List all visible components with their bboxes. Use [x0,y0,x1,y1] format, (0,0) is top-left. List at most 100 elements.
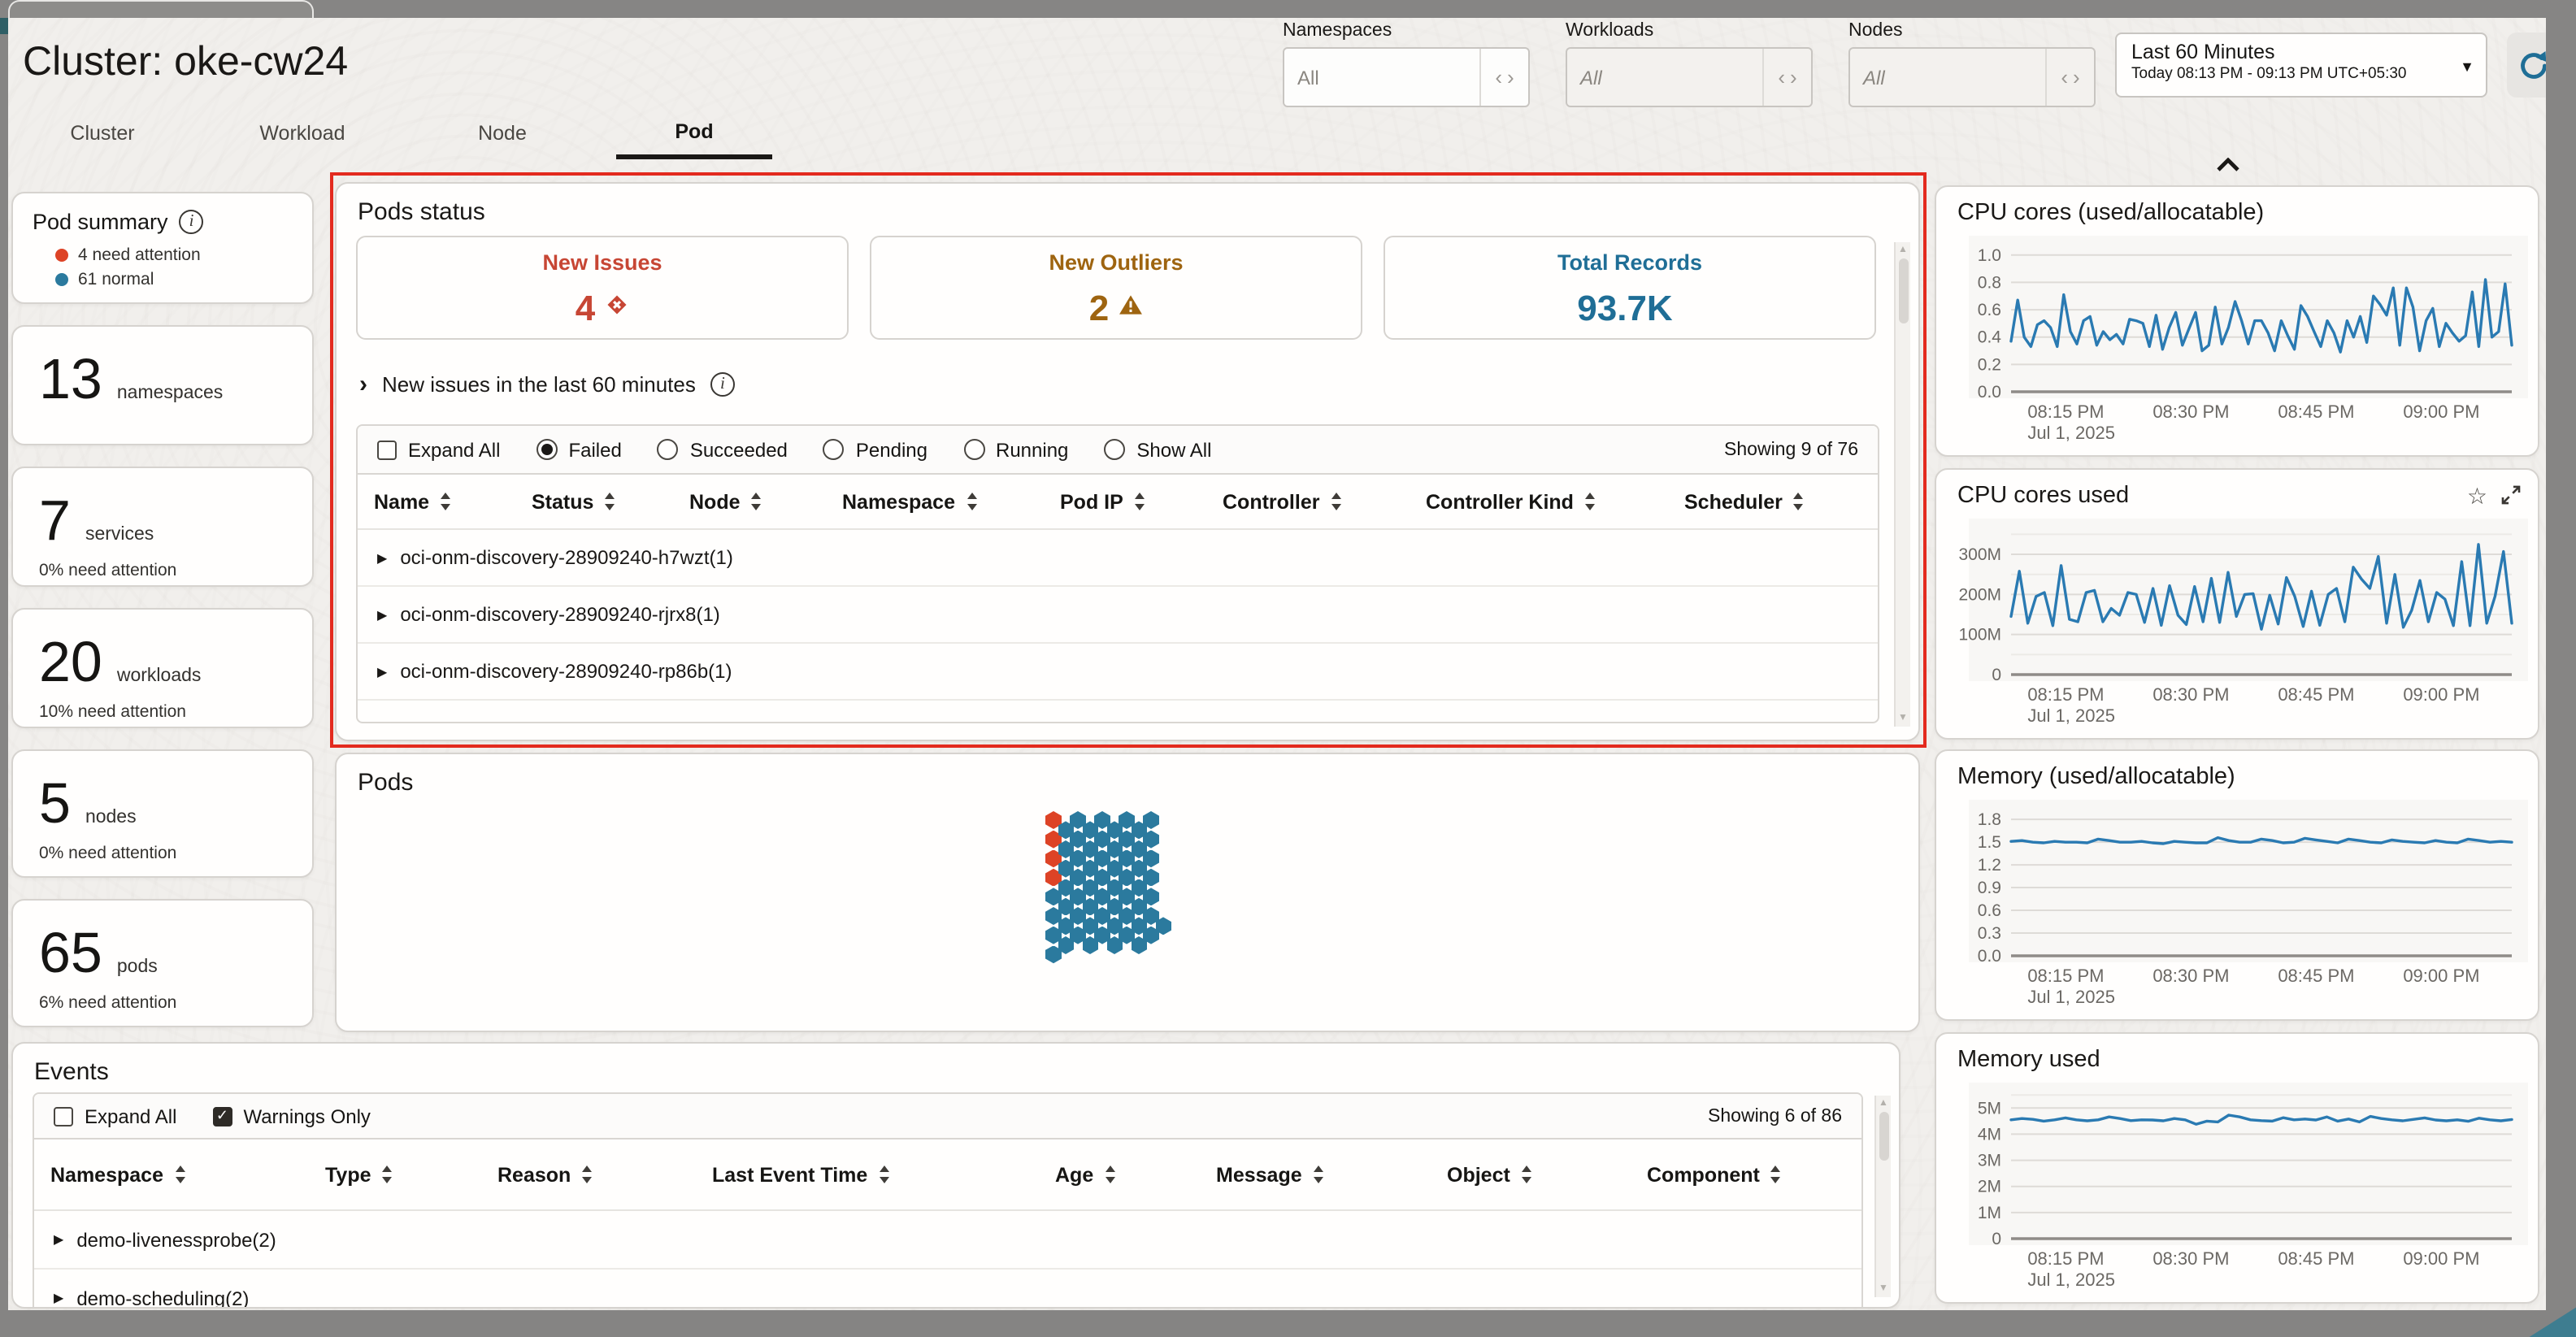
tab-cluster[interactable]: Cluster [24,107,180,159]
filter-label: Nodes [1848,21,2096,41]
filter-input[interactable]: All ‹ › [1566,47,1813,107]
new-issues-stat-card[interactable]: New Issues 4 [356,236,849,340]
workloads-summary-card[interactable]: 20 workloads 10% need attention [11,608,314,728]
expand-row-icon[interactable]: ▶ [54,1291,63,1305]
table-row[interactable]: ▶ oci-onm-discovery-28909240-rjrx8(1) [358,587,1878,644]
tab-node[interactable]: Node [424,107,580,159]
column-header[interactable]: Object [1447,1163,1647,1186]
sort-icon[interactable] [967,493,976,510]
scroll-thumb[interactable] [1898,258,1908,323]
radio-succeeded[interactable]: Succeeded [658,438,788,461]
column-header[interactable]: Component [1647,1163,1858,1186]
next-icon[interactable]: › [2073,67,2080,88]
sort-icon[interactable] [441,493,450,510]
table-row[interactable]: ▶ demo-livenessprobe(2) [34,1211,1861,1270]
radio-running[interactable]: Running [963,438,1068,461]
scroll-up-icon[interactable]: ▲ [1898,242,1908,258]
table-row[interactable]: ▶ oci-onm-discovery-28909240-h7wzt(1) [358,530,1878,587]
total-records-stat-card[interactable]: Total Records 93.7K [1384,236,1876,340]
collapse-charts-button[interactable] [2206,153,2248,177]
filter-select[interactable]: Namespaces All ‹ › [1283,21,1530,107]
pods-summary-card[interactable]: 65 pods 6% need attention [11,899,314,1027]
info-icon[interactable]: i [710,372,735,397]
sort-icon[interactable] [1522,1166,1531,1183]
warnings-only-checkbox[interactable]: ✓ Warnings Only [212,1105,371,1127]
filter-input[interactable]: All ‹ › [1848,47,2096,107]
sort-icon[interactable] [1794,493,1804,510]
column-header[interactable]: Type [325,1163,497,1186]
expand-all-checkbox[interactable]: Expand All [377,438,500,461]
scroll-down-icon[interactable]: ▼ [1879,1281,1888,1297]
scroll-down-icon[interactable]: ▼ [1898,710,1908,727]
tab-workload[interactable]: Workload [224,107,380,159]
info-icon[interactable]: i [180,210,204,234]
column-header[interactable]: Controller Kind [1426,490,1684,513]
expand-row-icon[interactable]: ▶ [377,664,387,679]
table-row[interactable]: ▶ oci-onm-discovery-28909240-rp86b(1) [358,644,1878,701]
prev-icon[interactable]: ‹ [1778,67,1785,88]
sort-icon[interactable] [752,493,762,510]
time-range-select[interactable]: Last 60 Minutes Today 08:13 PM - 09:13 P… [2115,33,2487,98]
column-header[interactable]: Name [374,490,532,513]
stat-label: Total Records [1557,250,1702,275]
radio-show-all[interactable]: Show All [1104,438,1211,461]
column-header[interactable]: Last Event Time [712,1163,1055,1186]
scrollbar[interactable]: ▲ ▼ [1874,1096,1891,1297]
prev-icon[interactable]: ‹ [2061,67,2068,88]
next-icon[interactable]: › [1790,67,1797,88]
sort-icon[interactable] [1135,493,1145,510]
new-issues-expander[interactable]: › New issues in the last 60 minutes i [359,372,735,397]
filter-select[interactable]: Nodes All ‹ › [1848,21,2096,107]
new-outliers-stat-card[interactable]: New Outliers 2 [870,236,1362,340]
scroll-up-icon[interactable]: ▲ [1879,1096,1888,1112]
expand-all-checkbox[interactable]: Expand All [54,1105,176,1127]
tab-pod[interactable]: Pod [616,107,772,159]
next-icon[interactable]: › [1507,67,1514,88]
pod-summary-card[interactable]: Pod summary i 4 need attention 61 normal [11,192,314,304]
nodes-summary-card[interactable]: 5 nodes 0% need attention [11,749,314,878]
expand-chart-icon[interactable] [2500,484,2522,506]
radio-failed[interactable]: Failed [536,438,621,461]
sort-icon[interactable] [1331,493,1340,510]
column-header[interactable]: Namespace [50,1163,325,1186]
namespaces-summary-card[interactable]: 13 namespaces [11,325,314,445]
prev-icon[interactable]: ‹ [1495,67,1502,88]
radio-pending[interactable]: Pending [823,438,927,461]
radio-icon [536,439,557,460]
expand-row-icon[interactable]: ▶ [54,1232,63,1247]
sort-icon[interactable] [1585,493,1595,510]
sort-icon[interactable] [1771,1166,1781,1183]
column-header[interactable]: Node [689,490,842,513]
services-summary-card[interactable]: 7 services 0% need attention [11,467,314,587]
radio-icon [823,439,845,460]
svg-text:1.0: 1.0 [1978,246,2001,265]
filter-select[interactable]: Workloads All ‹ › [1566,21,1813,107]
sort-icon[interactable] [383,1166,393,1183]
sort-icon[interactable] [175,1166,185,1183]
summary-sub: 0% need attention [39,560,293,580]
column-header[interactable]: Controller [1223,490,1426,513]
sort-icon[interactable] [582,1166,592,1183]
summary-label: namespaces [117,384,223,403]
column-header[interactable]: Namespace [842,490,1060,513]
expand-row-icon[interactable]: ▶ [377,607,387,622]
table-row[interactable]: ▶ demo-scheduling(2) [34,1270,1861,1309]
sort-icon[interactable] [879,1166,888,1183]
scrollbar[interactable]: ▲ ▼ [1894,242,1910,727]
column-header[interactable]: Message [1216,1163,1447,1186]
column-header[interactable]: Reason [497,1163,712,1186]
expand-row-icon[interactable]: ▶ [377,550,387,565]
column-header[interactable]: Scheduler [1684,490,1879,513]
sort-icon[interactable] [1105,1166,1114,1183]
filter-input[interactable]: All ‹ › [1283,47,1530,107]
refresh-button[interactable] [2507,33,2545,98]
column-header[interactable]: Pod IP [1060,490,1223,513]
sort-icon[interactable] [605,493,615,510]
favorite-star-icon[interactable]: ☆ [2467,484,2487,506]
sort-icon[interactable] [1314,1166,1323,1183]
column-header[interactable]: Age [1055,1163,1216,1186]
resize-corner[interactable] [2527,1306,2576,1337]
column-header[interactable]: Status [532,490,689,513]
scroll-thumb[interactable] [1879,1112,1888,1161]
pods-status-panel: Pods status New Issues 4 New Outliers 2 … [335,182,1920,741]
